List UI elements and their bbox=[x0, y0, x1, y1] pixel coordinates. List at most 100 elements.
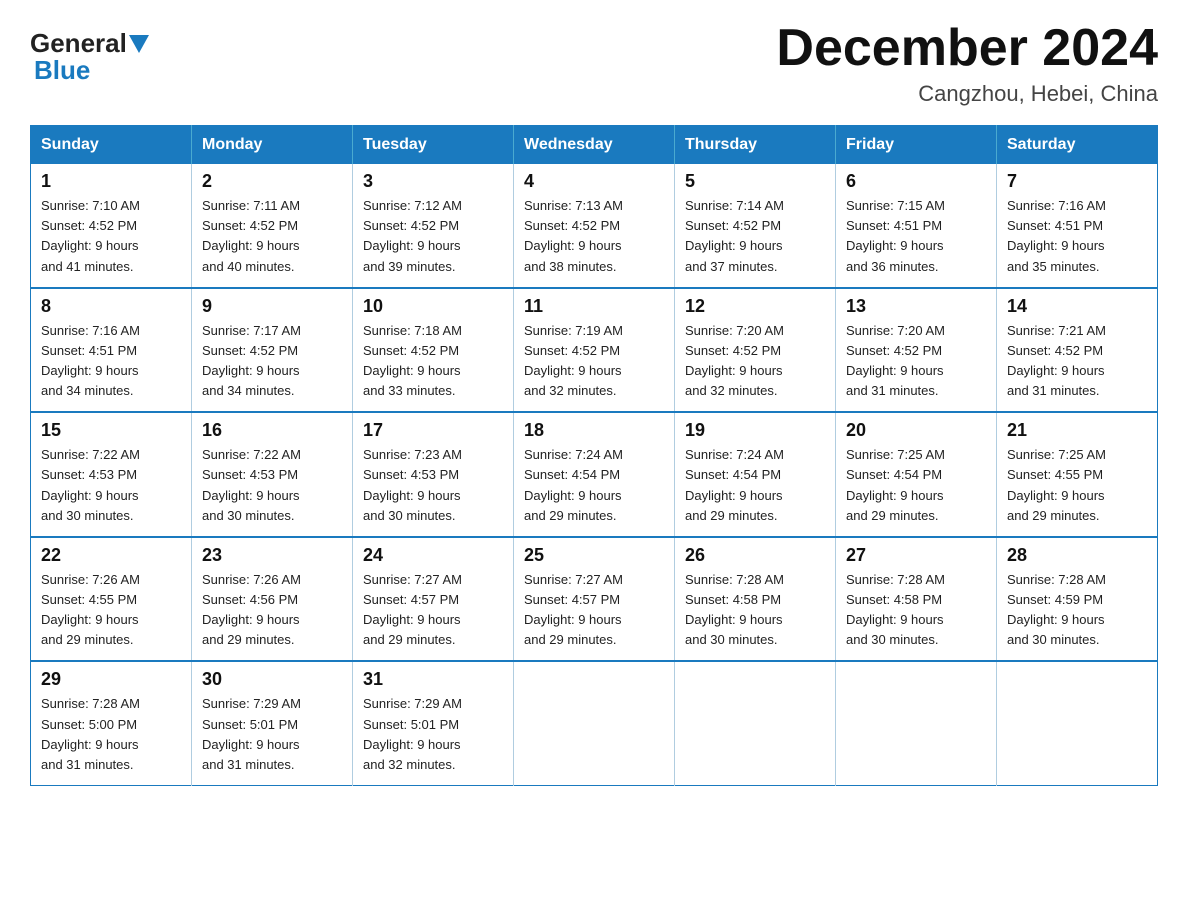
calendar-cell bbox=[675, 661, 836, 785]
day-number: 15 bbox=[41, 420, 181, 441]
day-info: Sunrise: 7:28 AM Sunset: 4:58 PM Dayligh… bbox=[685, 572, 784, 647]
calendar-cell: 30 Sunrise: 7:29 AM Sunset: 5:01 PM Dayl… bbox=[192, 661, 353, 785]
day-info: Sunrise: 7:25 AM Sunset: 4:55 PM Dayligh… bbox=[1007, 447, 1106, 522]
day-info: Sunrise: 7:11 AM Sunset: 4:52 PM Dayligh… bbox=[202, 198, 300, 273]
day-info: Sunrise: 7:16 AM Sunset: 4:51 PM Dayligh… bbox=[41, 323, 140, 398]
day-number: 23 bbox=[202, 545, 342, 566]
day-info: Sunrise: 7:24 AM Sunset: 4:54 PM Dayligh… bbox=[685, 447, 784, 522]
calendar-cell: 17 Sunrise: 7:23 AM Sunset: 4:53 PM Dayl… bbox=[353, 412, 514, 537]
day-number: 24 bbox=[363, 545, 503, 566]
day-info: Sunrise: 7:25 AM Sunset: 4:54 PM Dayligh… bbox=[846, 447, 945, 522]
day-info: Sunrise: 7:29 AM Sunset: 5:01 PM Dayligh… bbox=[202, 696, 301, 771]
calendar-cell: 8 Sunrise: 7:16 AM Sunset: 4:51 PM Dayli… bbox=[31, 288, 192, 413]
day-number: 29 bbox=[41, 669, 181, 690]
calendar-cell: 1 Sunrise: 7:10 AM Sunset: 4:52 PM Dayli… bbox=[31, 164, 192, 288]
day-info: Sunrise: 7:28 AM Sunset: 4:58 PM Dayligh… bbox=[846, 572, 945, 647]
day-info: Sunrise: 7:28 AM Sunset: 4:59 PM Dayligh… bbox=[1007, 572, 1106, 647]
calendar-cell: 2 Sunrise: 7:11 AM Sunset: 4:52 PM Dayli… bbox=[192, 164, 353, 288]
column-header-thursday: Thursday bbox=[675, 126, 836, 165]
calendar-cell: 24 Sunrise: 7:27 AM Sunset: 4:57 PM Dayl… bbox=[353, 537, 514, 662]
day-info: Sunrise: 7:13 AM Sunset: 4:52 PM Dayligh… bbox=[524, 198, 623, 273]
calendar-cell: 7 Sunrise: 7:16 AM Sunset: 4:51 PM Dayli… bbox=[997, 164, 1158, 288]
day-number: 16 bbox=[202, 420, 342, 441]
day-number: 11 bbox=[524, 296, 664, 317]
calendar-week-row: 15 Sunrise: 7:22 AM Sunset: 4:53 PM Dayl… bbox=[31, 412, 1158, 537]
logo-triangle-icon bbox=[129, 35, 149, 53]
day-number: 14 bbox=[1007, 296, 1147, 317]
calendar-cell: 25 Sunrise: 7:27 AM Sunset: 4:57 PM Dayl… bbox=[514, 537, 675, 662]
calendar-cell: 19 Sunrise: 7:24 AM Sunset: 4:54 PM Dayl… bbox=[675, 412, 836, 537]
day-number: 7 bbox=[1007, 171, 1147, 192]
calendar-cell: 12 Sunrise: 7:20 AM Sunset: 4:52 PM Dayl… bbox=[675, 288, 836, 413]
day-info: Sunrise: 7:26 AM Sunset: 4:55 PM Dayligh… bbox=[41, 572, 140, 647]
day-number: 3 bbox=[363, 171, 503, 192]
day-number: 21 bbox=[1007, 420, 1147, 441]
day-number: 28 bbox=[1007, 545, 1147, 566]
page-header: General Blue December 2024 Cangzhou, Heb… bbox=[30, 20, 1158, 107]
day-number: 30 bbox=[202, 669, 342, 690]
calendar-cell: 28 Sunrise: 7:28 AM Sunset: 4:59 PM Dayl… bbox=[997, 537, 1158, 662]
location-subtitle: Cangzhou, Hebei, China bbox=[776, 81, 1158, 107]
day-info: Sunrise: 7:20 AM Sunset: 4:52 PM Dayligh… bbox=[846, 323, 945, 398]
day-info: Sunrise: 7:23 AM Sunset: 4:53 PM Dayligh… bbox=[363, 447, 462, 522]
calendar-cell: 26 Sunrise: 7:28 AM Sunset: 4:58 PM Dayl… bbox=[675, 537, 836, 662]
calendar-cell: 14 Sunrise: 7:21 AM Sunset: 4:52 PM Dayl… bbox=[997, 288, 1158, 413]
day-info: Sunrise: 7:16 AM Sunset: 4:51 PM Dayligh… bbox=[1007, 198, 1106, 273]
calendar-cell: 9 Sunrise: 7:17 AM Sunset: 4:52 PM Dayli… bbox=[192, 288, 353, 413]
calendar-table: SundayMondayTuesdayWednesdayThursdayFrid… bbox=[30, 125, 1158, 786]
calendar-cell: 15 Sunrise: 7:22 AM Sunset: 4:53 PM Dayl… bbox=[31, 412, 192, 537]
day-number: 18 bbox=[524, 420, 664, 441]
column-header-saturday: Saturday bbox=[997, 126, 1158, 165]
day-info: Sunrise: 7:26 AM Sunset: 4:56 PM Dayligh… bbox=[202, 572, 301, 647]
day-number: 2 bbox=[202, 171, 342, 192]
calendar-cell: 29 Sunrise: 7:28 AM Sunset: 5:00 PM Dayl… bbox=[31, 661, 192, 785]
calendar-cell: 16 Sunrise: 7:22 AM Sunset: 4:53 PM Dayl… bbox=[192, 412, 353, 537]
calendar-cell: 10 Sunrise: 7:18 AM Sunset: 4:52 PM Dayl… bbox=[353, 288, 514, 413]
day-info: Sunrise: 7:12 AM Sunset: 4:52 PM Dayligh… bbox=[363, 198, 462, 273]
calendar-cell: 13 Sunrise: 7:20 AM Sunset: 4:52 PM Dayl… bbox=[836, 288, 997, 413]
calendar-week-row: 22 Sunrise: 7:26 AM Sunset: 4:55 PM Dayl… bbox=[31, 537, 1158, 662]
day-number: 8 bbox=[41, 296, 181, 317]
calendar-cell: 11 Sunrise: 7:19 AM Sunset: 4:52 PM Dayl… bbox=[514, 288, 675, 413]
day-info: Sunrise: 7:24 AM Sunset: 4:54 PM Dayligh… bbox=[524, 447, 623, 522]
column-header-tuesday: Tuesday bbox=[353, 126, 514, 165]
day-number: 12 bbox=[685, 296, 825, 317]
day-number: 26 bbox=[685, 545, 825, 566]
calendar-week-row: 29 Sunrise: 7:28 AM Sunset: 5:00 PM Dayl… bbox=[31, 661, 1158, 785]
day-info: Sunrise: 7:22 AM Sunset: 4:53 PM Dayligh… bbox=[41, 447, 140, 522]
day-info: Sunrise: 7:10 AM Sunset: 4:52 PM Dayligh… bbox=[41, 198, 140, 273]
calendar-cell: 22 Sunrise: 7:26 AM Sunset: 4:55 PM Dayl… bbox=[31, 537, 192, 662]
day-number: 1 bbox=[41, 171, 181, 192]
calendar-cell: 6 Sunrise: 7:15 AM Sunset: 4:51 PM Dayli… bbox=[836, 164, 997, 288]
day-number: 13 bbox=[846, 296, 986, 317]
calendar-cell bbox=[997, 661, 1158, 785]
title-area: December 2024 Cangzhou, Hebei, China bbox=[776, 20, 1158, 107]
calendar-cell: 4 Sunrise: 7:13 AM Sunset: 4:52 PM Dayli… bbox=[514, 164, 675, 288]
day-info: Sunrise: 7:27 AM Sunset: 4:57 PM Dayligh… bbox=[524, 572, 623, 647]
calendar-cell: 31 Sunrise: 7:29 AM Sunset: 5:01 PM Dayl… bbox=[353, 661, 514, 785]
day-info: Sunrise: 7:22 AM Sunset: 4:53 PM Dayligh… bbox=[202, 447, 301, 522]
day-number: 22 bbox=[41, 545, 181, 566]
day-info: Sunrise: 7:21 AM Sunset: 4:52 PM Dayligh… bbox=[1007, 323, 1106, 398]
calendar-cell: 23 Sunrise: 7:26 AM Sunset: 4:56 PM Dayl… bbox=[192, 537, 353, 662]
day-info: Sunrise: 7:14 AM Sunset: 4:52 PM Dayligh… bbox=[685, 198, 784, 273]
calendar-header-row: SundayMondayTuesdayWednesdayThursdayFrid… bbox=[31, 126, 1158, 165]
day-number: 17 bbox=[363, 420, 503, 441]
calendar-cell: 21 Sunrise: 7:25 AM Sunset: 4:55 PM Dayl… bbox=[997, 412, 1158, 537]
calendar-cell bbox=[836, 661, 997, 785]
day-info: Sunrise: 7:19 AM Sunset: 4:52 PM Dayligh… bbox=[524, 323, 623, 398]
day-number: 31 bbox=[363, 669, 503, 690]
logo-blue-text: Blue bbox=[34, 55, 90, 86]
day-info: Sunrise: 7:17 AM Sunset: 4:52 PM Dayligh… bbox=[202, 323, 301, 398]
month-title: December 2024 bbox=[776, 20, 1158, 77]
calendar-cell: 18 Sunrise: 7:24 AM Sunset: 4:54 PM Dayl… bbox=[514, 412, 675, 537]
calendar-cell bbox=[514, 661, 675, 785]
day-number: 25 bbox=[524, 545, 664, 566]
day-number: 5 bbox=[685, 171, 825, 192]
day-number: 4 bbox=[524, 171, 664, 192]
calendar-cell: 20 Sunrise: 7:25 AM Sunset: 4:54 PM Dayl… bbox=[836, 412, 997, 537]
calendar-cell: 27 Sunrise: 7:28 AM Sunset: 4:58 PM Dayl… bbox=[836, 537, 997, 662]
calendar-week-row: 8 Sunrise: 7:16 AM Sunset: 4:51 PM Dayli… bbox=[31, 288, 1158, 413]
column-header-friday: Friday bbox=[836, 126, 997, 165]
calendar-week-row: 1 Sunrise: 7:10 AM Sunset: 4:52 PM Dayli… bbox=[31, 164, 1158, 288]
